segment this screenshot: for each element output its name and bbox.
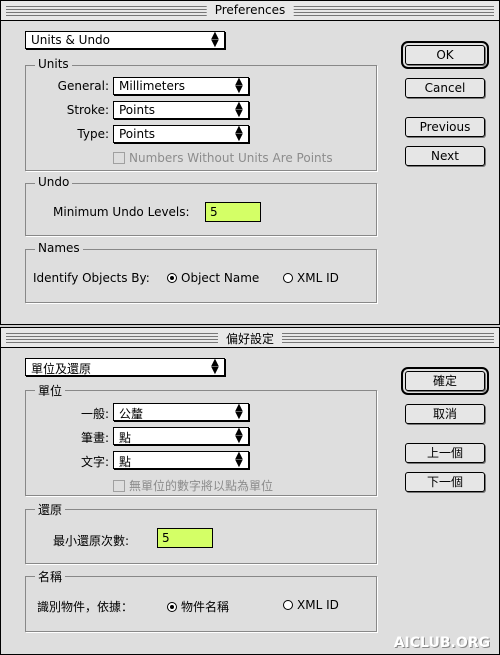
numbers-without-units-checkbox[interactable]: 無單位的數字將以點為單位: [113, 477, 273, 494]
ok-button[interactable]: 確定: [401, 367, 489, 395]
general-units-popup[interactable]: 公釐 ▲ ▼: [113, 403, 249, 421]
title-bar[interactable]: Preferences: [1, 1, 499, 21]
radio-selected-icon: [167, 273, 177, 283]
popup-arrows-icon: ▲ ▼: [235, 402, 243, 421]
undo-group-label: Undo: [35, 175, 73, 189]
checkbox-box: [113, 479, 125, 492]
general-units-value: Millimeters: [119, 79, 186, 93]
radio-object-name[interactable]: Object Name: [167, 271, 259, 285]
stroke-units-value: 點: [119, 431, 132, 445]
category-popup[interactable]: 單位及還原 ▲ ▼: [25, 358, 225, 376]
popup-arrows-icon: ▲ ▼: [211, 30, 219, 49]
previous-button[interactable]: 上一個: [405, 443, 485, 463]
radio-xml-id[interactable]: XML ID: [283, 598, 339, 612]
category-popup[interactable]: Units & Undo ▲ ▼: [25, 31, 225, 49]
undo-group-label: 還原: [35, 501, 66, 518]
type-label: 文字:: [80, 455, 109, 469]
popup-arrows-icon: ▲ ▼: [235, 450, 243, 469]
popup-arrows-icon: ▲ ▼: [235, 426, 243, 445]
cancel-button[interactable]: 取消: [405, 404, 485, 424]
general-label: 一般:: [80, 407, 109, 421]
title-bar[interactable]: 偏好設定: [1, 328, 499, 348]
dialog-title: 偏好設定: [217, 330, 283, 347]
radio-selected-icon: [167, 601, 177, 612]
radio-xml-id-label: XML ID: [297, 271, 339, 285]
radio-object-name-label: 物件名稱: [181, 600, 230, 614]
radio-xml-id[interactable]: XML ID: [283, 271, 339, 285]
type-label: Type:: [77, 127, 109, 141]
category-value: 單位及還原: [31, 362, 92, 376]
type-units-popup[interactable]: Points ▲ ▼: [113, 125, 249, 143]
watermark: AICLUB.ORG: [393, 635, 490, 651]
min-undo-levels-field[interactable]: 5: [205, 202, 261, 222]
general-label: General:: [57, 79, 109, 93]
cancel-button[interactable]: Cancel: [405, 78, 485, 98]
units-group-label: Units: [35, 57, 72, 71]
checkbox-box: [113, 152, 125, 164]
popup-arrows-icon: ▲ ▼: [235, 76, 243, 95]
stroke-units-value: Points: [119, 103, 156, 117]
ok-button[interactable]: OK: [401, 41, 489, 69]
general-units-popup[interactable]: Millimeters ▲ ▼: [113, 77, 249, 95]
names-group-label: 名稱: [35, 568, 66, 585]
type-units-value: Points: [119, 127, 156, 141]
numbers-without-units-label: Numbers Without Units Are Points: [129, 151, 333, 165]
stroke-units-popup[interactable]: 點 ▲ ▼: [113, 427, 249, 445]
radio-object-name[interactable]: 物件名稱: [167, 598, 229, 615]
min-undo-levels-field[interactable]: 5: [157, 528, 213, 548]
numbers-without-units-label: 無單位的數字將以點為單位: [129, 479, 274, 493]
popup-arrows-icon: ▲ ▼: [211, 357, 219, 376]
radio-unselected-icon: [283, 273, 293, 283]
next-button[interactable]: 下一個: [405, 472, 485, 492]
type-units-popup[interactable]: 點 ▲ ▼: [113, 451, 249, 469]
radio-object-name-label: Object Name: [181, 271, 260, 285]
stroke-label: 筆畫:: [80, 431, 109, 445]
radio-xml-id-label: XML ID: [297, 598, 339, 612]
min-undo-label: 最小還原次數:: [53, 534, 130, 548]
radio-unselected-icon: [283, 600, 293, 610]
previous-button[interactable]: Previous: [405, 117, 485, 137]
stroke-units-popup[interactable]: Points ▲ ▼: [113, 101, 249, 119]
popup-arrows-icon: ▲ ▼: [235, 100, 243, 119]
next-button[interactable]: Next: [405, 146, 485, 166]
type-units-value: 點: [119, 455, 132, 469]
stroke-label: Stroke:: [66, 103, 109, 117]
dialog-title: Preferences: [206, 3, 294, 17]
units-group-label: 單位: [35, 382, 66, 399]
general-units-value: 公釐: [119, 407, 144, 421]
names-group-label: Names: [35, 241, 83, 255]
preferences-dialog-english: Preferences Units & Undo ▲ ▼ Units Genera…: [0, 0, 500, 325]
min-undo-label: Minimum Undo Levels:: [53, 205, 190, 219]
category-value: Units & Undo: [31, 33, 111, 47]
identify-objects-label: Identify Objects By:: [33, 271, 150, 285]
numbers-without-units-checkbox[interactable]: Numbers Without Units Are Points: [113, 151, 333, 165]
preferences-dialog-chinese: 偏好設定 單位及還原 ▲ ▼ 單位 一般: 公釐 ▲ ▼ 筆畫: 點 ▲ ▼ 文字: …: [0, 327, 500, 655]
popup-arrows-icon: ▲ ▼: [235, 124, 243, 143]
identify-objects-label: 識別物件，依據：: [37, 600, 134, 614]
